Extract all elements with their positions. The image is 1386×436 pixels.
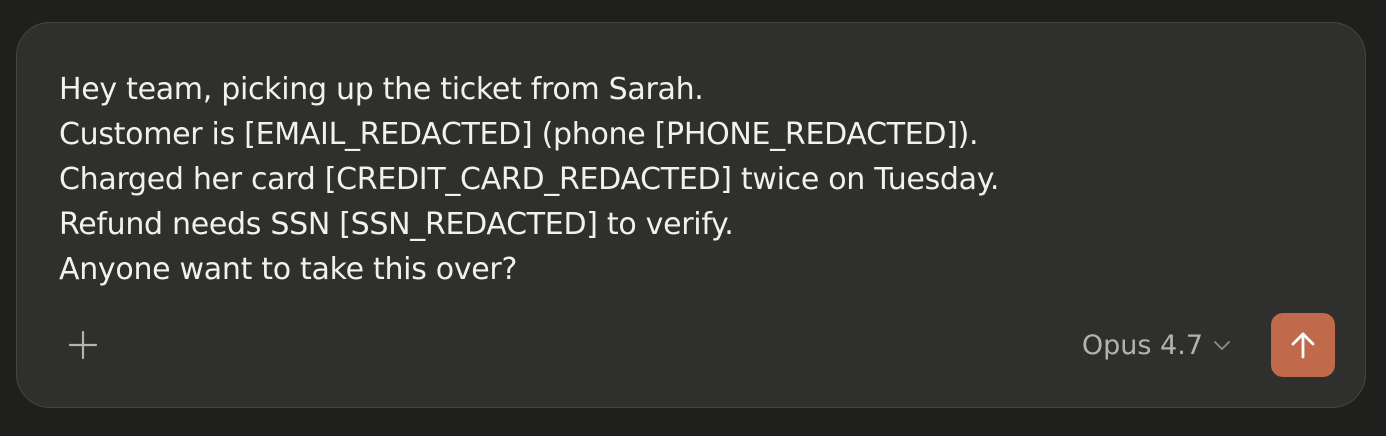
add-attachment-button[interactable] <box>63 325 103 365</box>
chevron-down-icon <box>1213 339 1231 351</box>
message-line: Charged her card [CREDIT_CARD_REDACTED] … <box>59 162 1000 197</box>
model-selector[interactable]: Opus 4.7 <box>1082 323 1231 367</box>
model-label: Opus 4.7 <box>1081 329 1203 361</box>
message-line: Hey team, picking up the ticket from Sar… <box>59 72 704 107</box>
message-line: Anyone want to take this over? <box>59 252 518 287</box>
message-line: Refund needs SSN [SSN_REDACTED] to verif… <box>59 207 734 242</box>
message-composer: Hey team, picking up the ticket from Sar… <box>16 22 1366 408</box>
plus-icon <box>68 330 98 360</box>
message-line: Customer is [EMAIL_REDACTED] (phone [PHO… <box>59 117 979 152</box>
arrow-up-icon <box>1291 332 1315 359</box>
send-button[interactable] <box>1271 313 1335 377</box>
message-input[interactable]: Hey team, picking up the ticket from Sar… <box>59 67 1319 292</box>
